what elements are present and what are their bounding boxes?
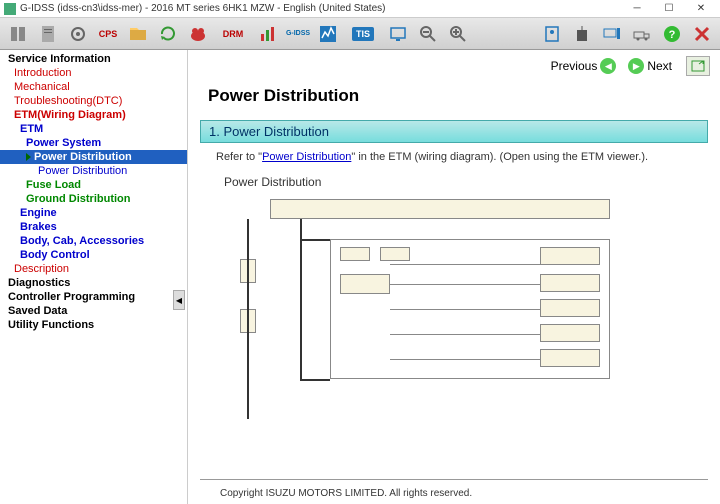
power-distribution-link[interactable]: Power Distribution — [262, 151, 351, 163]
pc-icon[interactable] — [598, 21, 626, 47]
collapse-sidebar-button[interactable]: ◀ — [173, 290, 185, 310]
tree-brakes[interactable]: Brakes — [0, 220, 187, 234]
gidss-icon[interactable]: G-IDSS — [284, 21, 312, 47]
section-text: Refer to "Power Distribution" in the ETM… — [200, 143, 708, 171]
window-title: G-IDSS (idss-cn3\idss-mer) - 2016 MT ser… — [20, 3, 622, 14]
tree-engine[interactable]: Engine — [0, 206, 187, 220]
close-button[interactable]: ✕ — [686, 1, 716, 17]
tree-controller-prog[interactable]: Controller Programming — [0, 290, 187, 304]
tree-saved-data[interactable]: Saved Data — [0, 304, 187, 318]
tree-body-cab[interactable]: Body, Cab, Accessories — [0, 234, 187, 248]
zoom-in-icon[interactable] — [444, 21, 472, 47]
monitor-icon[interactable] — [384, 21, 412, 47]
tree-power-distribution[interactable]: Power Distribution — [0, 150, 187, 164]
tree-introduction[interactable]: Introduction — [0, 66, 187, 80]
svg-text:?: ? — [669, 29, 676, 41]
next-label: Next — [647, 59, 672, 73]
frog-icon[interactable] — [184, 21, 212, 47]
gear-icon[interactable] — [64, 21, 92, 47]
app-icon — [4, 3, 16, 15]
expand-icon — [691, 60, 705, 72]
radio-icon[interactable] — [568, 21, 596, 47]
folder-icon[interactable] — [124, 21, 152, 47]
chart-icon[interactable] — [254, 21, 282, 47]
expand-button[interactable] — [686, 56, 710, 76]
tree-etm-wiring[interactable]: ETM(Wiring Diagram) — [0, 108, 187, 122]
previous-label: Previous — [551, 59, 598, 73]
next-arrow-icon: ▶ — [628, 58, 644, 74]
tree-power-system[interactable]: Power System — [0, 136, 187, 150]
refresh-icon[interactable] — [154, 21, 182, 47]
sidebar: Service Information Introduction Mechani… — [0, 50, 188, 504]
zoom-out-icon[interactable] — [414, 21, 442, 47]
minimize-button[interactable]: ─ — [622, 1, 652, 17]
tis-icon[interactable]: TIS — [344, 21, 382, 47]
help-icon[interactable]: ? — [658, 21, 686, 47]
tree-body-control[interactable]: Body Control — [0, 248, 187, 262]
tree-mechanical[interactable]: Mechanical — [0, 80, 187, 94]
window-controls: ─ ☐ ✕ — [622, 1, 716, 17]
meter-icon[interactable] — [538, 21, 566, 47]
tree-etm[interactable]: ETM — [0, 122, 187, 136]
cps-icon[interactable]: CPS — [94, 21, 122, 47]
copyright: Copyright ISUZU MOTORS LIMITED. All righ… — [200, 479, 708, 504]
tree-troubleshooting[interactable]: Troubleshooting(DTC) — [0, 94, 187, 108]
diagram-title: Power Distribution — [200, 171, 708, 193]
content-pane: Previous ◀ ▶ Next Power Distribution 1. … — [188, 50, 720, 504]
page-title: Power Distribution — [188, 82, 720, 116]
title-bar: G-IDSS (idss-cn3\idss-mer) - 2016 MT ser… — [0, 0, 720, 18]
book-icon[interactable] — [4, 21, 32, 47]
wiring-diagram[interactable] — [240, 199, 620, 419]
signal-icon[interactable] — [314, 21, 342, 47]
next-button[interactable]: ▶ Next — [624, 56, 676, 76]
prev-arrow-icon: ◀ — [600, 58, 616, 74]
section: 1. Power Distribution Refer to "Power Di… — [200, 120, 708, 419]
toolbar: CPS DRM G-IDSS TIS ? — [0, 18, 720, 50]
tree-service-info[interactable]: Service Information — [0, 52, 187, 66]
arrow-icon — [26, 153, 31, 161]
tree-power-distribution-sub[interactable]: Power Distribution — [0, 164, 187, 178]
maximize-button[interactable]: ☐ — [654, 1, 684, 17]
page-nav: Previous ◀ ▶ Next — [188, 50, 720, 82]
manual-icon[interactable] — [34, 21, 62, 47]
tree-description[interactable]: Description — [0, 262, 187, 276]
previous-button[interactable]: Previous ◀ — [547, 56, 621, 76]
tree-ground-dist[interactable]: Ground Distribution — [0, 192, 187, 206]
drm-icon[interactable]: DRM — [214, 21, 252, 47]
section-header: 1. Power Distribution — [200, 120, 708, 143]
tree-fuse-load[interactable]: Fuse Load — [0, 178, 187, 192]
tree-utility[interactable]: Utility Functions — [0, 318, 187, 332]
truck-icon[interactable] — [628, 21, 656, 47]
main-area: Service Information Introduction Mechani… — [0, 50, 720, 504]
nav-tree: Service Information Introduction Mechani… — [0, 52, 187, 332]
exit-icon[interactable] — [688, 21, 716, 47]
tree-diagnostics[interactable]: Diagnostics — [0, 276, 187, 290]
